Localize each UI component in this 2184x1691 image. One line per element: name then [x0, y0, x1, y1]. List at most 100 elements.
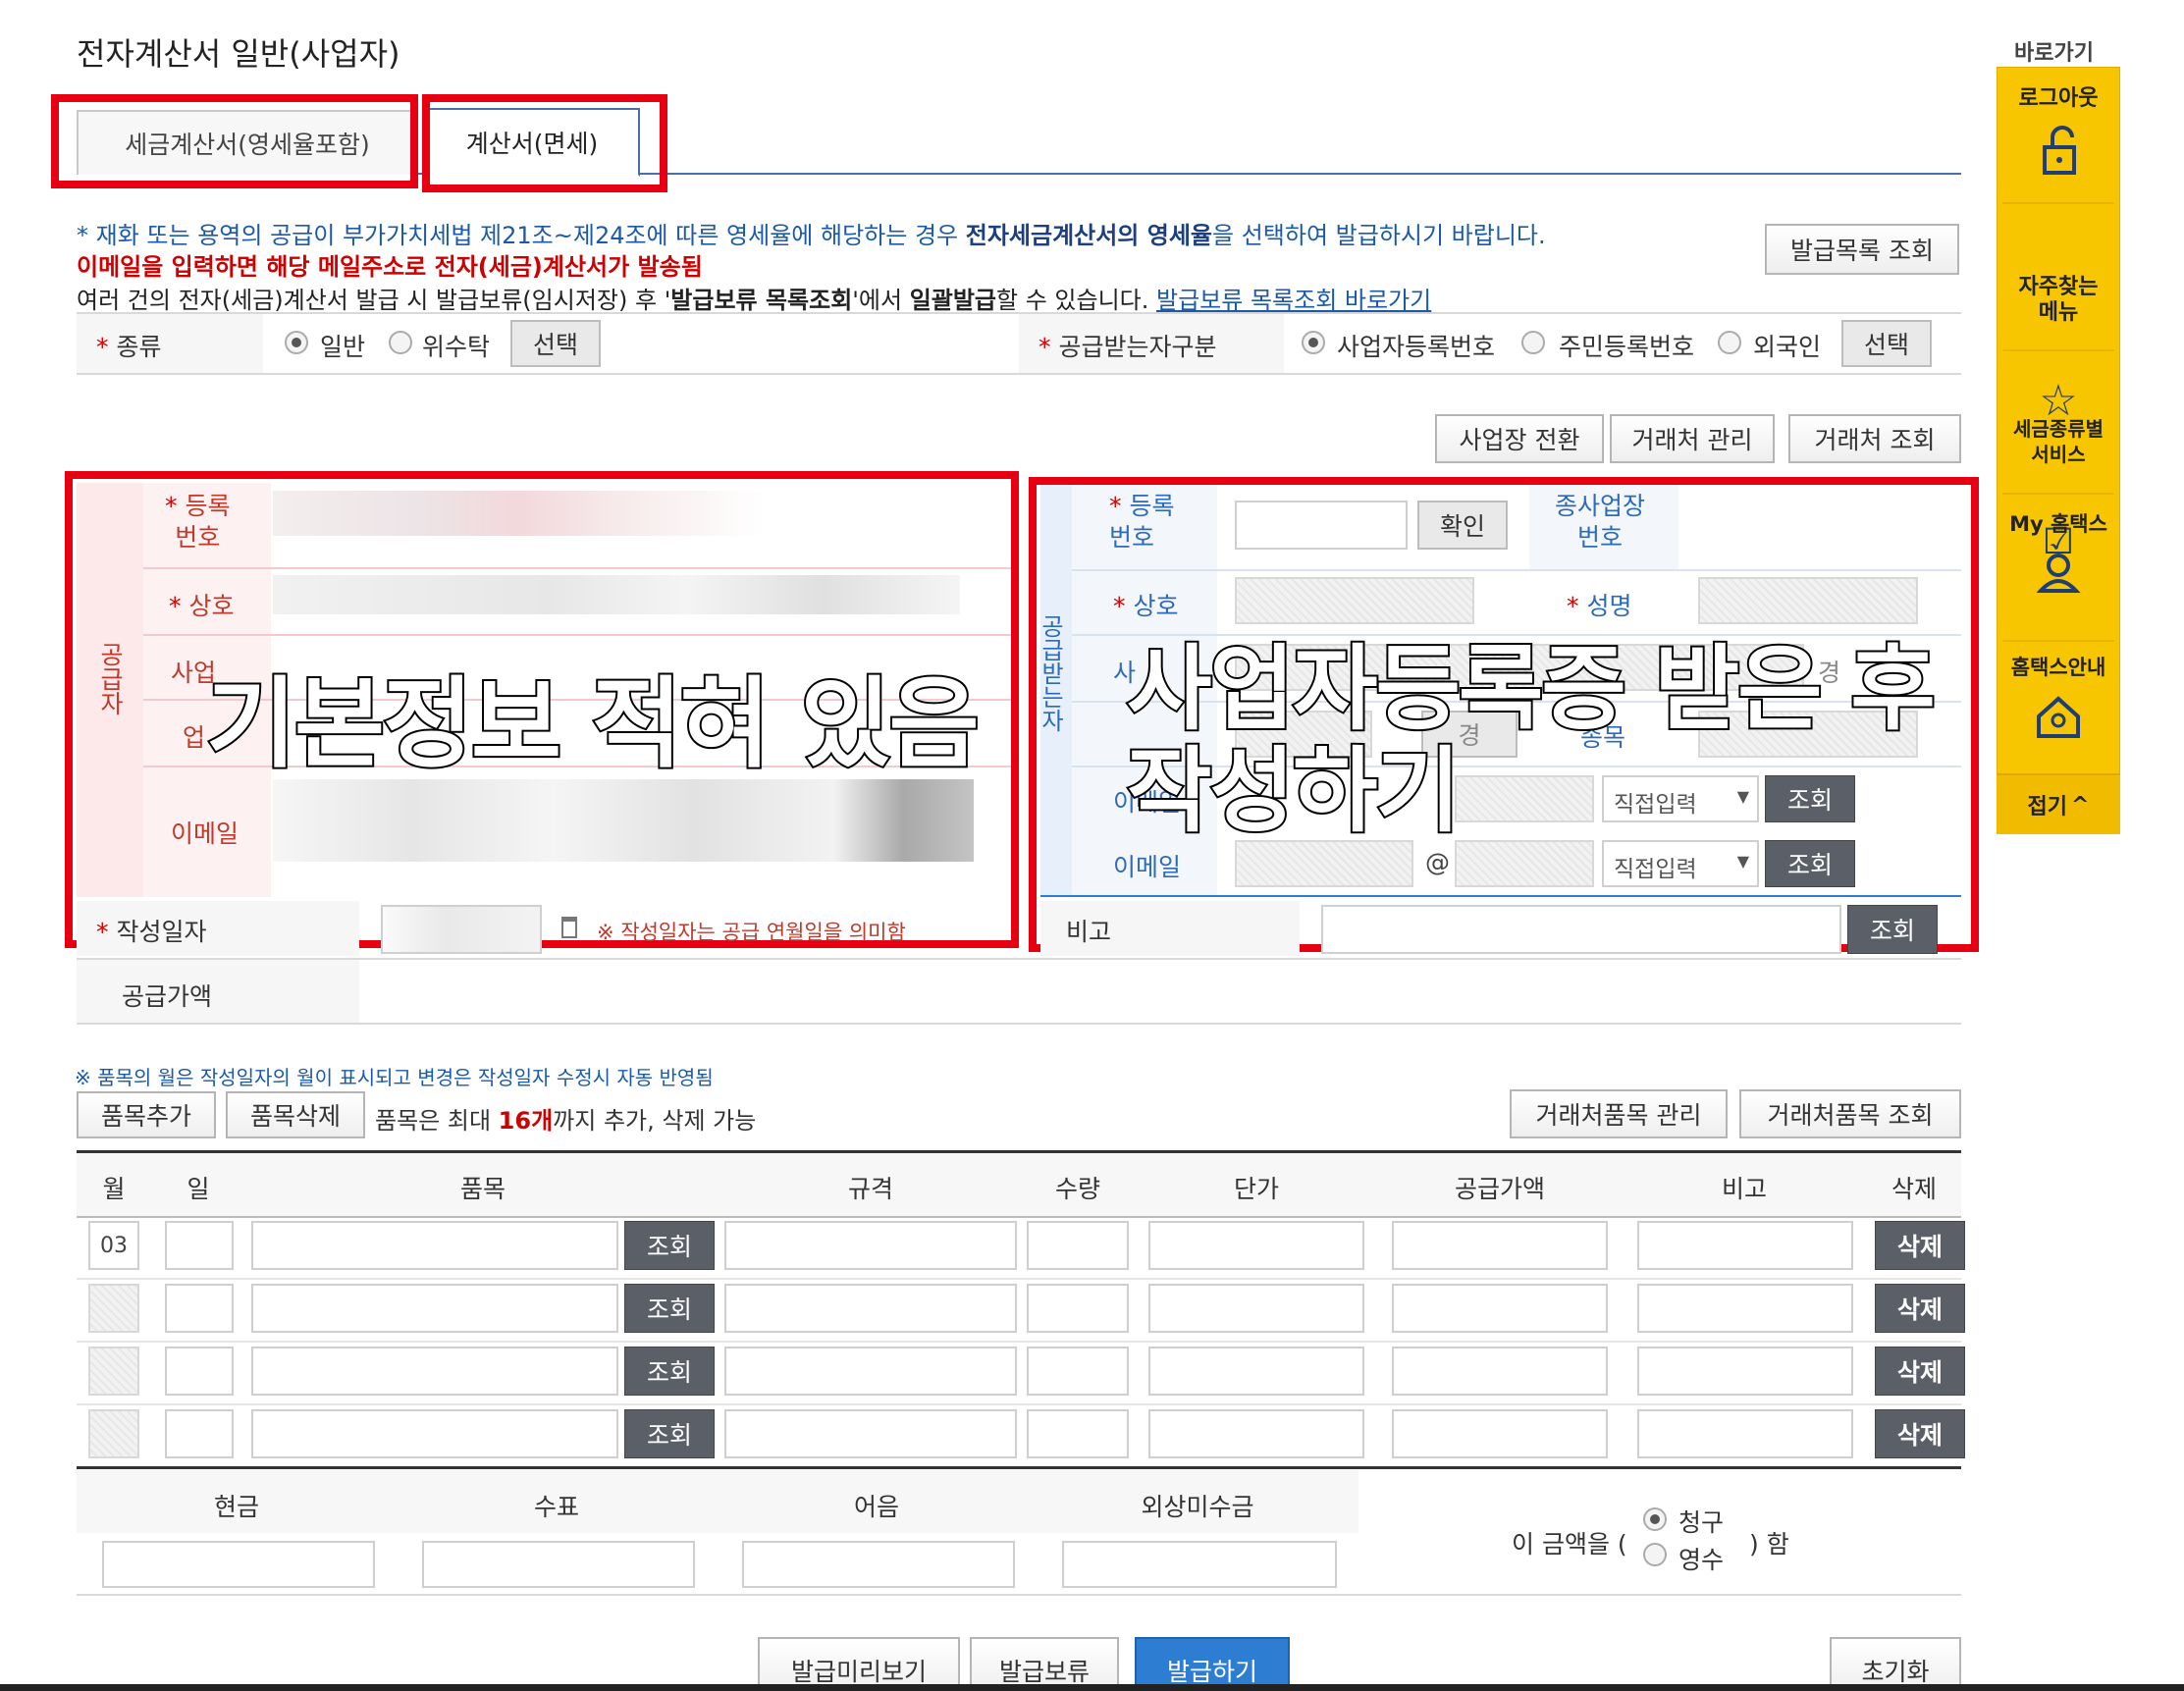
- qty-input[interactable]: [1027, 1409, 1129, 1458]
- month-input[interactable]: 03: [88, 1221, 139, 1270]
- spec-input[interactable]: [724, 1347, 1017, 1396]
- highlight-tab-1: [51, 94, 418, 188]
- qty-input[interactable]: [1027, 1221, 1129, 1270]
- day-input[interactable]: [165, 1284, 234, 1333]
- remark-input[interactable]: [1637, 1221, 1853, 1270]
- issue-list-button[interactable]: 발급목록 조회: [1765, 224, 1959, 275]
- partner-item-lookup-button[interactable]: 거래처품목 조회: [1739, 1089, 1961, 1138]
- supply-input[interactable]: [1392, 1347, 1608, 1396]
- partner-item-manage-button[interactable]: 거래처품목 관리: [1510, 1089, 1728, 1138]
- remark-input[interactable]: [1637, 1347, 1853, 1396]
- issue-button[interactable]: 발급하기: [1135, 1637, 1290, 1691]
- sidebar-guide-label: 홈택스안내: [2010, 656, 2106, 679]
- notice-line-1-b: 전자세금계산서의 영세율: [965, 222, 1212, 249]
- preview-button[interactable]: 발급미리보기: [758, 1637, 960, 1691]
- sidebar-favorites[interactable]: 자주찾는 메뉴 ☆: [1997, 224, 2120, 426]
- item-limit-suffix: 까지 추가, 삭제 가능: [553, 1107, 757, 1135]
- reset-button[interactable]: 초기화: [1830, 1637, 1961, 1691]
- item-lookup-button[interactable]: 조회: [624, 1347, 715, 1396]
- sidebar-title: 바로가기: [2014, 41, 2094, 66]
- price-input[interactable]: [1148, 1347, 1364, 1396]
- sidebar-my-hometax[interactable]: My 홈택스: [1997, 508, 2120, 626]
- item-input[interactable]: [251, 1409, 618, 1458]
- kind-radio-consign[interactable]: [389, 331, 412, 354]
- month-input[interactable]: [88, 1284, 139, 1333]
- kind-radio-general[interactable]: [285, 331, 308, 354]
- day-input[interactable]: [165, 1347, 234, 1396]
- item-lookup-button[interactable]: 조회: [624, 1284, 715, 1333]
- hold-list-link[interactable]: 발급보류 목록조회 바로가기: [1156, 287, 1431, 314]
- item-lookup-button[interactable]: 조회: [624, 1409, 715, 1458]
- partner-manage-button[interactable]: 거래처 관리: [1610, 414, 1775, 463]
- option-charge: 청구: [1678, 1508, 1725, 1537]
- kind-select-button[interactable]: 선택: [510, 320, 601, 367]
- spec-input[interactable]: [724, 1221, 1017, 1270]
- supply-input[interactable]: [1392, 1221, 1608, 1270]
- hold-button[interactable]: 발급보류: [970, 1637, 1119, 1691]
- amount-row-bottom: [77, 1023, 1961, 1025]
- receiver-radio-foreign[interactable]: [1718, 331, 1741, 354]
- col-supply: 공급가액: [1454, 1175, 1545, 1203]
- sidebar-collapse[interactable]: 접기 ^: [1997, 773, 2120, 834]
- item-input[interactable]: [251, 1284, 618, 1333]
- cash-input[interactable]: [102, 1541, 375, 1588]
- receiver-select-button[interactable]: 선택: [1841, 320, 1932, 367]
- qty-input[interactable]: [1027, 1284, 1129, 1333]
- price-input[interactable]: [1148, 1284, 1364, 1333]
- day-input[interactable]: [165, 1409, 234, 1458]
- qty-input[interactable]: [1027, 1347, 1129, 1396]
- remarks-lookup-button[interactable]: 조회: [1847, 905, 1938, 954]
- remark-input[interactable]: [1637, 1409, 1853, 1458]
- month-input[interactable]: [88, 1347, 139, 1396]
- month-input[interactable]: [88, 1409, 139, 1458]
- write-date-input[interactable]: [381, 905, 542, 954]
- supply-input[interactable]: [1392, 1284, 1608, 1333]
- notice-line-3-e: 할 수 있습니다.: [996, 287, 1157, 314]
- notice-line-3-d: 일괄발급: [909, 287, 997, 314]
- item-input[interactable]: [251, 1347, 618, 1396]
- supply-amount-label: 공급가액: [122, 982, 213, 1011]
- row-delete-button[interactable]: 삭제: [1875, 1284, 1965, 1333]
- switch-workplace-button[interactable]: 사업장 전환: [1435, 414, 1604, 463]
- receiver-type-label: * 공급받는자구분: [1039, 333, 1217, 361]
- item-lookup-button[interactable]: 조회: [624, 1221, 715, 1270]
- items-table-bottom: [77, 1466, 1961, 1469]
- check-input[interactable]: [422, 1541, 695, 1588]
- item-note: ※ 품목의 월은 작성일자의 월이 표시되고 변경은 작성일자 수정시 자동 반…: [75, 1066, 714, 1089]
- spec-input[interactable]: [724, 1284, 1017, 1333]
- sidebar-tax-service[interactable]: 세금종류별 서비스 ☑: [1997, 365, 2120, 562]
- pay-note: 어음: [853, 1493, 899, 1521]
- item-add-button[interactable]: 품목추가: [77, 1091, 216, 1138]
- radio-receipt[interactable]: [1643, 1543, 1667, 1566]
- kind-label-text: 종류: [116, 333, 162, 361]
- receiver-radio-biz[interactable]: [1302, 331, 1325, 354]
- radio-charge[interactable]: [1643, 1507, 1667, 1531]
- sidebar-logout[interactable]: 로그아웃: [1997, 80, 2120, 198]
- sidebar-guide[interactable]: 홈택스안내: [1997, 652, 2120, 769]
- remark-input[interactable]: [1637, 1284, 1853, 1333]
- item-input[interactable]: [251, 1221, 618, 1270]
- notice-line-2: 이메일을 입력하면 해당 메일주소로 전자(세금)계산서가 발송됨: [77, 253, 703, 281]
- spec-input[interactable]: [724, 1409, 1017, 1458]
- receiver-radio-resident[interactable]: [1521, 331, 1545, 354]
- price-input[interactable]: [1148, 1409, 1364, 1458]
- note-input[interactable]: [742, 1541, 1015, 1588]
- page-title: 전자계산서 일반(사업자): [77, 35, 400, 73]
- row-delete-button[interactable]: 삭제: [1875, 1221, 1965, 1270]
- partner-lookup-button[interactable]: 거래처 조회: [1788, 414, 1961, 463]
- day-input[interactable]: [165, 1221, 234, 1270]
- user-icon: [2036, 554, 2081, 593]
- calendar-icon[interactable]: [561, 917, 577, 938]
- payment-bottom: [77, 1594, 1961, 1596]
- amount-row-top: [77, 958, 1961, 960]
- price-input[interactable]: [1148, 1221, 1364, 1270]
- remarks-input[interactable]: [1321, 905, 1841, 954]
- item-limit-prefix: 품목은 최대: [375, 1107, 499, 1135]
- supply-input[interactable]: [1392, 1409, 1608, 1458]
- credit-input[interactable]: [1062, 1541, 1337, 1588]
- table-row-divider: [77, 1341, 1961, 1343]
- row-delete-button[interactable]: 삭제: [1875, 1347, 1965, 1396]
- pay-check: 수표: [533, 1493, 579, 1521]
- item-delete-button[interactable]: 품목삭제: [226, 1091, 365, 1138]
- row-delete-button[interactable]: 삭제: [1875, 1409, 1965, 1458]
